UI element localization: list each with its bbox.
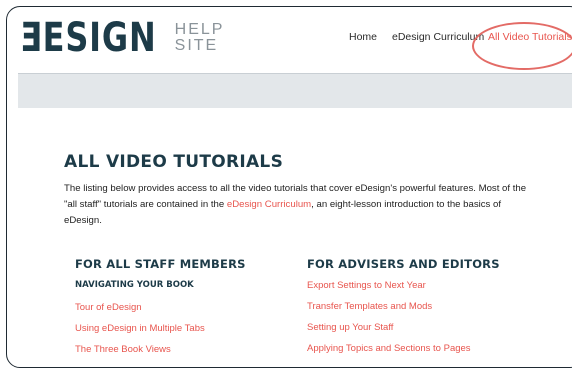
tutorial-link[interactable]: Setting up Your Staff: [307, 317, 500, 338]
main-content: ALL VIDEO TUTORIALS The listing below pr…: [64, 152, 534, 239]
tutorial-link[interactable]: Tour of eDesign: [75, 297, 246, 318]
page-title: ALL VIDEO TUTORIALS: [64, 152, 284, 172]
advisers-column: FOR ADVISERS AND EDITORS Export Settings…: [307, 257, 500, 359]
advisers-heading: FOR ADVISERS AND EDITORS: [307, 257, 500, 271]
intro-curriculum-link[interactable]: eDesign Curriculum: [227, 199, 311, 210]
tutorial-link[interactable]: Applying Topics and Sections to Pages: [307, 338, 500, 359]
nav-home[interactable]: Home: [349, 31, 377, 43]
site-logo[interactable]: ƎESIGN HELP SITE: [20, 18, 224, 58]
staff-heading: FOR ALL STAFF MEMBERS: [75, 257, 246, 271]
navigating-subheading: NAVIGATING YOUR BOOK: [75, 280, 194, 290]
tutorial-link[interactable]: The Three Book Views: [75, 339, 246, 360]
logo-site: SITE: [174, 37, 219, 54]
tutorial-link[interactable]: Using eDesign in Multiple Tabs: [75, 318, 246, 339]
tutorial-link[interactable]: Export Settings to Next Year: [307, 275, 500, 296]
nav-edesign-curriculum[interactable]: eDesign Curriculum: [392, 31, 484, 43]
advisers-link-list: Export Settings to Next Year Transfer Te…: [307, 275, 500, 359]
logo-wordmark: ƎESIGN: [20, 15, 157, 61]
staff-link-list: Tour of eDesign Using eDesign in Multipl…: [75, 297, 246, 360]
logo-help: HELP: [174, 21, 225, 38]
page-banner: [18, 74, 572, 108]
staff-column: FOR ALL STAFF MEMBERS NAVIGATING YOUR BO…: [75, 257, 246, 360]
intro-paragraph: The listing below provides access to all…: [64, 181, 534, 229]
tutorial-link[interactable]: Transfer Templates and Mods: [307, 296, 500, 317]
highlight-circle: [472, 22, 572, 70]
logo-subtitle: HELP SITE: [175, 22, 225, 54]
